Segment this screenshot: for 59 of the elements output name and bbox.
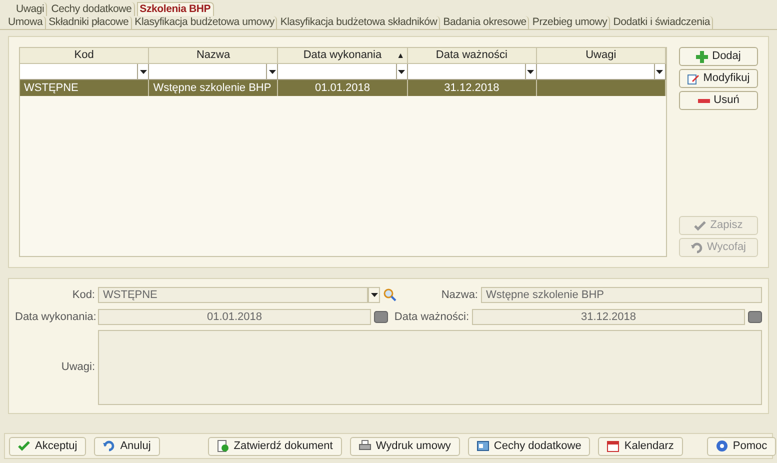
remove-button[interactable]: Usuń — [679, 91, 758, 110]
checkmark-icon — [18, 440, 30, 452]
filter-field[interactable] — [278, 64, 408, 80]
filter-field[interactable] — [536, 64, 666, 80]
printer-icon — [358, 440, 371, 452]
add-button[interactable]: Dodaj — [679, 47, 758, 66]
table-cell: 31.12.2018 — [408, 80, 537, 96]
field-label: Kod: — [71, 288, 95, 303]
tab[interactable]: Szkolenia BHP — [136, 2, 214, 16]
tab[interactable]: Umowa — [6, 16, 46, 29]
undo-arrow-icon — [690, 242, 703, 254]
dropdown-button[interactable] — [368, 287, 380, 304]
pencil-note-icon — [687, 72, 700, 84]
column-header[interactable]: Data wykonania ▲ — [278, 48, 408, 64]
help-button[interactable]: Pomoc — [706, 436, 776, 456]
tab[interactable]: Klasyfikacja budżetowa składników — [278, 16, 440, 29]
table-cell: Wstępne szkolenie BHP — [149, 80, 278, 96]
table-cell: WSTĘPNE — [20, 80, 150, 96]
caret-icon — [140, 70, 147, 74]
caret-icon — [656, 70, 664, 74]
tab[interactable]: Dodatki i świadczenia — [611, 16, 713, 29]
tab[interactable]: Klasyfikacja budżetowa umowy — [132, 16, 278, 29]
approve-button[interactable]: Zatwierdź dokument — [208, 436, 342, 456]
cancel-button[interactable]: Anuluj — [94, 436, 160, 456]
checkmark-icon — [694, 220, 706, 232]
window-icon — [476, 440, 489, 452]
column-header[interactable]: Uwagi — [536, 48, 666, 64]
features-button[interactable]: Cechy dodatkowe — [468, 436, 590, 456]
tab[interactable]: Uwagi — [14, 2, 48, 16]
tab[interactable]: Przebieg umowy — [530, 16, 610, 29]
undo-arrow-icon — [103, 440, 116, 452]
field-label: Uwagi: — [60, 360, 95, 376]
search-icon[interactable] — [383, 288, 397, 302]
document-check-icon — [216, 440, 229, 452]
field-label: Data wykonania: — [15, 310, 95, 324]
tab[interactable]: Składniki płacowe — [46, 16, 132, 29]
edit-button[interactable]: Modyfikuj — [679, 69, 758, 88]
notes-field[interactable] — [98, 330, 762, 405]
filter-field[interactable] — [149, 64, 278, 80]
calendar-button[interactable]: Kalendarz — [598, 436, 683, 456]
field-label: Nazwa: — [440, 288, 478, 303]
table-cell: 01.01.2018 — [278, 80, 408, 96]
caret-icon — [268, 70, 276, 74]
filter-field[interactable] — [408, 64, 537, 80]
caret-icon — [398, 70, 406, 74]
caret-icon — [527, 70, 534, 74]
column-header[interactable]: Nazwa — [149, 48, 278, 64]
sort-indicator: ▲ — [396, 50, 405, 62]
column-header[interactable]: Kod — [20, 48, 150, 64]
tab[interactable]: Badania okresowe — [441, 16, 530, 29]
accept-button[interactable]: Akceptuj — [9, 436, 86, 456]
field-label: Data ważności: — [393, 310, 469, 324]
filter-field[interactable] — [20, 64, 150, 80]
column-header[interactable]: Data ważności — [408, 48, 537, 64]
tab[interactable]: Cechy dodatkowe — [49, 2, 135, 16]
caret-icon — [370, 293, 378, 298]
help-icon — [716, 440, 728, 452]
print-button[interactable]: Wydruk umowy — [350, 436, 460, 456]
plus-icon — [696, 50, 708, 62]
